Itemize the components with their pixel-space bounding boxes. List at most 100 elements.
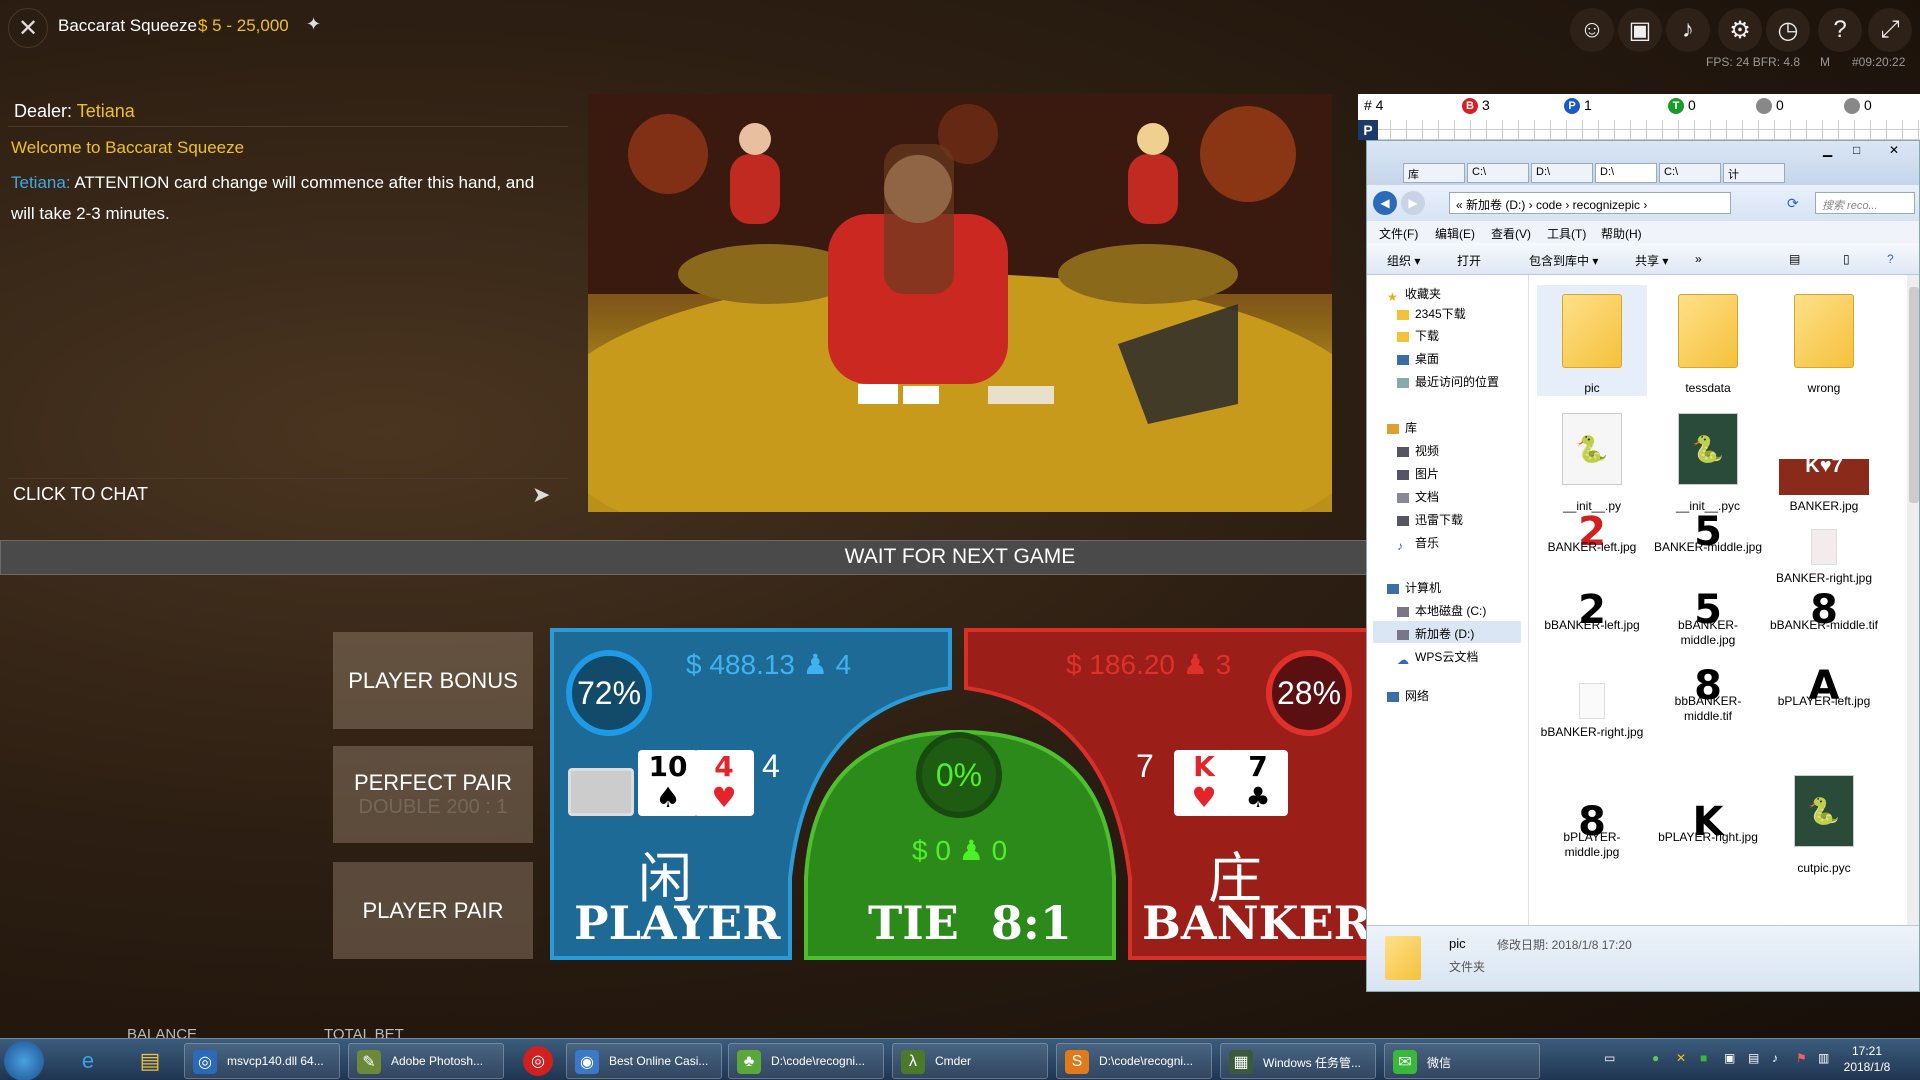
explorer-tab[interactable]: 计 [1723, 163, 1785, 183]
file-item-folder[interactable]: tessdata [1653, 285, 1763, 396]
file-item-folder[interactable]: pic [1537, 285, 1647, 396]
open-button[interactable]: 打开 [1457, 252, 1481, 269]
explorer-tab[interactable]: C:\ [1467, 163, 1529, 183]
help-icon[interactable]: ? [1887, 252, 1894, 266]
pin-icon[interactable]: ✦ [306, 14, 321, 35]
menu-file[interactable]: 文件(F) [1379, 225, 1418, 242]
tray-icon[interactable]: ✕ [1676, 1051, 1686, 1065]
taskbar-app[interactable]: ◉ Best Online Casi... [566, 1043, 722, 1079]
nav-item[interactable]: 本地磁盘 (C:) [1397, 602, 1486, 619]
menu-tools[interactable]: 工具(T) [1547, 225, 1586, 242]
nav-network[interactable]: 网络 [1387, 687, 1429, 704]
file-item-image[interactable]: KbPLAYER-right.jpg [1653, 802, 1763, 845]
refresh-icon[interactable]: ⟳ [1787, 195, 1799, 212]
volume-icon[interactable]: ♪ [1666, 8, 1710, 52]
nav-item[interactable]: ☁ WPS云文档 [1397, 648, 1478, 667]
file-item-image[interactable]: bBANKER-right.jpg [1537, 679, 1647, 740]
player-amount: $ 488.13 ♟ 4 [686, 648, 851, 681]
explorer-tab[interactable]: C:\ [1659, 163, 1721, 183]
menu-edit[interactable]: 编辑(E) [1435, 225, 1475, 242]
more-button[interactable]: » [1695, 252, 1702, 266]
nav-item[interactable]: 2345下载 [1397, 305, 1466, 322]
minimize-icon[interactable]: ▁ [1823, 143, 1832, 157]
forward-icon[interactable]: ▶ [1401, 191, 1425, 215]
taskbar-app[interactable]: ✎ Adobe Photosh... [348, 1043, 504, 1079]
gear-icon[interactable]: ⚙ [1718, 8, 1762, 52]
file-item-image[interactable]: 8 bBANKER-middle.tif [1769, 590, 1879, 633]
taskbar-app[interactable]: ♣ D:\code\recogni... [728, 1043, 884, 1079]
nav-item[interactable]: 最近访问的位置 [1397, 373, 1499, 390]
taskbar-app[interactable]: ◎ msvcp140.dll 64... [184, 1043, 340, 1079]
organize-button[interactable]: 组织 ▾ [1387, 252, 1420, 269]
send-icon[interactable]: ➤ [532, 482, 550, 508]
close-icon[interactable]: ✕ [8, 8, 48, 48]
nav-library[interactable]: 库 [1387, 419, 1417, 436]
preview-pane-icon[interactable]: ▯ [1843, 252, 1850, 266]
tray-icon[interactable]: ⚑ [1796, 1051, 1807, 1065]
include-library-button[interactable]: 包含到库中 ▾ [1529, 252, 1598, 269]
perfect-pair-bet[interactable]: PERFECT PAIR DOUBLE 200 : 1 [333, 746, 533, 843]
accessibility-icon[interactable]: ☺ [1570, 8, 1614, 52]
start-button[interactable] [4, 1041, 44, 1080]
file-item-image[interactable]: K♥7 BANKER.jpg [1769, 403, 1879, 514]
file-item-image[interactable]: 8 bPLAYER-middle.jpg [1537, 802, 1647, 860]
file-item-image[interactable]: 2 BANKER-left.jpg [1537, 512, 1647, 555]
chat-input[interactable]: CLICK TO CHAT [13, 484, 148, 505]
taskbar-app[interactable]: λ Cmder [892, 1043, 1048, 1079]
player-pair-bet[interactable]: PLAYER PAIR [333, 862, 533, 959]
view-icon[interactable]: ▤ [1789, 252, 1800, 266]
file-item-folder[interactable]: wrong [1769, 285, 1879, 396]
menu-view[interactable]: 查看(V) [1491, 225, 1531, 242]
close-icon[interactable]: ✕ [1889, 143, 1899, 157]
explorer-tab[interactable]: 库 [1403, 163, 1465, 183]
folder-icon[interactable]: ▤ [124, 1043, 176, 1079]
nav-item[interactable]: 下载 [1397, 327, 1439, 344]
network-tray-icon[interactable]: ▤ [1748, 1051, 1759, 1065]
player-bonus-bet[interactable]: PLAYER BONUS [333, 632, 533, 729]
tray-clock[interactable]: 17:21 2018/1/8 [1832, 1043, 1902, 1075]
nav-item[interactable]: 迅雷下载 [1397, 511, 1463, 528]
tray-icon[interactable]: ▣ [1724, 1051, 1735, 1065]
netease-music-icon[interactable]: ◎ [512, 1043, 564, 1079]
taskbar-app[interactable]: ▦ Windows 任务管... [1220, 1043, 1376, 1079]
nav-item[interactable]: 图片 [1397, 465, 1439, 482]
address-path[interactable]: « 新加卷 (D:) › code › recognizepic › [1449, 192, 1731, 214]
ie-icon[interactable]: e [62, 1043, 114, 1079]
tray-icon[interactable]: ▥ [1818, 1051, 1829, 1065]
nav-item-selected[interactable]: 新加卷 (D:) [1373, 621, 1521, 643]
keyboard-icon[interactable]: ▭ [1604, 1051, 1615, 1065]
nav-item[interactable]: 文档 [1397, 488, 1439, 505]
file-item-python[interactable]: 🐍 __init__.py [1537, 403, 1647, 514]
explorer-tab-active[interactable]: D:\ [1595, 163, 1657, 183]
back-icon[interactable]: ◀ [1373, 191, 1397, 215]
file-item-image[interactable]: BANKER-right.jpg [1769, 525, 1879, 586]
file-item-python[interactable]: 🐍 cutpic.pyc [1769, 765, 1879, 876]
file-item-image[interactable]: AbPLAYER-left.jpg [1769, 666, 1879, 709]
nav-item[interactable]: ♪ 音乐 [1397, 534, 1439, 553]
volume-tray-icon[interactable]: ♪ [1772, 1051, 1778, 1065]
file-item-python[interactable]: 🐍 __init__.pyc [1653, 403, 1763, 514]
explorer-tab[interactable]: D:\ [1531, 163, 1593, 183]
menu-bar: 文件(F) 编辑(E) 查看(V) 工具(T) 帮助(H) [1367, 221, 1919, 243]
share-button[interactable]: 共享 ▾ [1635, 252, 1668, 269]
file-item-image[interactable]: 2 bBANKER-left.jpg [1537, 590, 1647, 633]
nav-item[interactable]: 视频 [1397, 442, 1439, 459]
taskbar-app[interactable]: S D:\code\recogni... [1056, 1043, 1212, 1079]
scrollbar[interactable] [1907, 275, 1919, 925]
camera-icon[interactable]: ▣ [1618, 8, 1662, 52]
tray-icon[interactable]: ■ [1700, 1051, 1707, 1065]
taskbar-app[interactable]: ✉ 微信 [1384, 1043, 1540, 1079]
file-item-image[interactable]: 5 bBANKER-middle.jpg [1653, 590, 1763, 648]
nav-computer[interactable]: 计算机 [1387, 579, 1441, 596]
fullscreen-icon[interactable]: ⤢ [1868, 8, 1912, 52]
menu-help[interactable]: 帮助(H) [1601, 225, 1642, 242]
nav-item[interactable]: 桌面 [1397, 350, 1439, 367]
file-item-image[interactable]: 8 bbBANKER-middle.tif [1653, 666, 1763, 724]
nav-favorites[interactable]: ★ 收藏夹 [1387, 285, 1441, 304]
history-icon[interactable]: ◷ [1766, 8, 1810, 52]
wechat-tray-icon[interactable]: ● [1652, 1051, 1659, 1065]
file-item-image[interactable]: 5 BANKER-middle.jpg [1653, 512, 1763, 555]
help-icon[interactable]: ? [1818, 8, 1862, 52]
search-input[interactable]: 搜索 reco... [1815, 192, 1915, 214]
maximize-icon[interactable]: □ [1853, 143, 1860, 157]
